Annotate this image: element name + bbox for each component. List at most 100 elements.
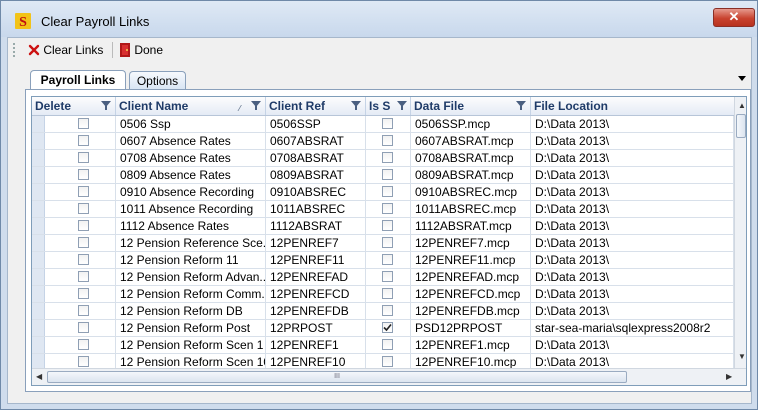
cell-client-ref[interactable]: 12PENREFDB — [266, 303, 366, 319]
cell-data-file[interactable]: PSD12PRPOST — [411, 320, 531, 336]
scroll-down-icon[interactable]: ▼ — [738, 352, 746, 361]
is-s-checkbox[interactable] — [382, 305, 393, 316]
cell-data-file[interactable]: 0708ABSRAT.mcp — [411, 150, 531, 166]
table-row[interactable]: 12 Pension Reform Comm... 12PENREFCD 12PEN… — [32, 286, 734, 303]
table-row[interactable]: 12 Pension Reform Post 12PRPOST PSD12PRPOS… — [32, 320, 734, 337]
filter-icon[interactable] — [251, 101, 261, 110]
table-row[interactable]: 0607 Absence Rates 0607ABSRAT 0607ABSRAT.m… — [32, 133, 734, 150]
cell-file-location[interactable]: D:\Data 2013\ — [531, 133, 734, 149]
table-row[interactable]: 12 Pension Reform Scen 10 12PENREF10 12PEN… — [32, 354, 734, 368]
is-s-checkbox[interactable] — [382, 271, 393, 282]
is-s-checkbox[interactable] — [382, 339, 393, 350]
column-header-file-location[interactable]: File Location — [531, 97, 734, 115]
cell-file-location[interactable]: D:\Data 2013\ — [531, 201, 734, 217]
column-header-client-ref[interactable]: Client Ref — [266, 97, 366, 115]
cell-file-location[interactable]: D:\Data 2013\ — [531, 337, 734, 353]
delete-checkbox[interactable] — [78, 152, 89, 163]
cell-client-ref[interactable]: 0506SSP — [266, 116, 366, 132]
cell-client-ref[interactable]: 0910ABSREC — [266, 184, 366, 200]
vertical-scrollbar[interactable]: ▲ ▼ — [734, 97, 746, 368]
table-row[interactable]: 12 Pension Reform Scen 1 12PENREF1 12PENRE… — [32, 337, 734, 354]
cell-data-file[interactable]: 12PENREF10.mcp — [411, 354, 531, 368]
cell-data-file[interactable]: 12PENREF11.mcp — [411, 252, 531, 268]
is-s-checkbox[interactable] — [382, 220, 393, 231]
cell-file-location[interactable]: D:\Data 2013\ — [531, 116, 734, 132]
delete-checkbox[interactable] — [78, 237, 89, 248]
filter-icon[interactable] — [516, 101, 526, 110]
cell-data-file[interactable]: 1011ABSREC.mcp — [411, 201, 531, 217]
delete-checkbox[interactable] — [78, 118, 89, 129]
toolbar-grip[interactable] — [13, 43, 17, 57]
cell-data-file[interactable]: 0607ABSRAT.mcp — [411, 133, 531, 149]
is-s-checkbox[interactable] — [382, 288, 393, 299]
delete-checkbox[interactable] — [78, 186, 89, 197]
cell-file-location[interactable]: D:\Data 2013\ — [531, 303, 734, 319]
cell-client-name[interactable]: 0708 Absence Rates — [116, 150, 266, 166]
cell-client-ref[interactable]: 12PENREF11 — [266, 252, 366, 268]
table-row[interactable]: 0809 Absence Rates 0809ABSRAT 0809ABSRAT.m… — [32, 167, 734, 184]
delete-checkbox[interactable] — [78, 356, 89, 367]
is-s-checkbox[interactable] — [382, 186, 393, 197]
vertical-scroll-thumb[interactable] — [736, 114, 746, 138]
cell-file-location[interactable]: D:\Data 2013\ — [531, 218, 734, 234]
table-row[interactable]: 1011 Absence Recording 1011ABSREC 1011ABSR… — [32, 201, 734, 218]
cell-data-file[interactable]: 12PENREFDB.mcp — [411, 303, 531, 319]
column-header-delete[interactable]: Delete — [32, 97, 116, 115]
delete-checkbox[interactable] — [78, 305, 89, 316]
column-header-data-file[interactable]: Data File — [411, 97, 531, 115]
scroll-up-icon[interactable]: ▲ — [738, 101, 746, 110]
cell-client-name[interactable]: 12 Pension Reform Advan... — [116, 269, 266, 285]
scroll-right-icon[interactable]: ▶ — [726, 372, 732, 381]
cell-data-file[interactable]: 0506SSP.mcp — [411, 116, 531, 132]
close-button[interactable]: ✕ — [713, 8, 755, 27]
is-s-checkbox[interactable] — [382, 169, 393, 180]
is-s-checkbox[interactable] — [382, 118, 393, 129]
table-row[interactable]: 1112 Absence Rates 1112ABSRAT 1112ABSRAT.m… — [32, 218, 734, 235]
cell-client-name[interactable]: 12 Pension Reform Scen 10 — [116, 354, 266, 368]
cell-data-file[interactable]: 0809ABSRAT.mcp — [411, 167, 531, 183]
cell-data-file[interactable]: 12PENREFCD.mcp — [411, 286, 531, 302]
cell-data-file[interactable]: 12PENREF1.mcp — [411, 337, 531, 353]
cell-data-file[interactable]: 1112ABSRAT.mcp — [411, 218, 531, 234]
is-s-checkbox[interactable] — [382, 237, 393, 248]
cell-client-name[interactable]: 0607 Absence Rates — [116, 133, 266, 149]
cell-client-ref[interactable]: 0809ABSRAT — [266, 167, 366, 183]
table-row[interactable]: 0506 Ssp 0506SSP 0506SSP.mcp D:\Data 2013\ — [32, 116, 734, 133]
delete-checkbox[interactable] — [78, 254, 89, 265]
is-s-checkbox[interactable] — [382, 322, 393, 333]
delete-checkbox[interactable] — [78, 220, 89, 231]
delete-checkbox[interactable] — [78, 288, 89, 299]
is-s-checkbox[interactable] — [382, 203, 393, 214]
cell-client-ref[interactable]: 1112ABSRAT — [266, 218, 366, 234]
column-header-client-name[interactable]: Client Name ⁄ — [116, 97, 266, 115]
is-s-checkbox[interactable] — [382, 135, 393, 146]
cell-client-ref[interactable]: 12PENREFCD — [266, 286, 366, 302]
cell-client-name[interactable]: 12 Pension Reform DB — [116, 303, 266, 319]
table-row[interactable]: 12 Pension Reform Advan... 12PENREFAD 12PE… — [32, 269, 734, 286]
is-s-checkbox[interactable] — [382, 152, 393, 163]
cell-client-name[interactable]: 12 Pension Reference Sce... — [116, 235, 266, 251]
cell-client-name[interactable]: 0506 Ssp — [116, 116, 266, 132]
cell-data-file[interactable]: 12PENREFAD.mcp — [411, 269, 531, 285]
table-row[interactable]: 12 Pension Reform DB 12PENREFDB 12PENREFDB… — [32, 303, 734, 320]
cell-data-file[interactable]: 12PENREF7.mcp — [411, 235, 531, 251]
tab-payroll-links[interactable]: Payroll Links — [30, 70, 126, 90]
cell-file-location[interactable]: D:\Data 2013\ — [531, 269, 734, 285]
cell-client-name[interactable]: 12 Pension Reform 11 — [116, 252, 266, 268]
delete-checkbox[interactable] — [78, 339, 89, 350]
cell-file-location[interactable]: D:\Data 2013\ — [531, 184, 734, 200]
cell-client-name[interactable]: 12 Pension Reform Post — [116, 320, 266, 336]
delete-checkbox[interactable] — [78, 271, 89, 282]
done-button[interactable]: Done — [119, 42, 163, 58]
cell-client-ref[interactable]: 1011ABSREC — [266, 201, 366, 217]
filter-icon[interactable] — [397, 101, 407, 110]
delete-checkbox[interactable] — [78, 169, 89, 180]
clear-links-button[interactable]: Clear Links — [28, 42, 103, 58]
is-s-checkbox[interactable] — [382, 356, 393, 367]
cell-client-ref[interactable]: 0708ABSRAT — [266, 150, 366, 166]
table-row[interactable]: 12 Pension Reform 11 12PENREF11 12PENREF11… — [32, 252, 734, 269]
column-header-is-s[interactable]: Is S — [366, 97, 411, 115]
cell-client-ref[interactable]: 12PENREFAD — [266, 269, 366, 285]
filter-icon[interactable] — [351, 101, 361, 110]
cell-client-ref[interactable]: 12PRPOST — [266, 320, 366, 336]
